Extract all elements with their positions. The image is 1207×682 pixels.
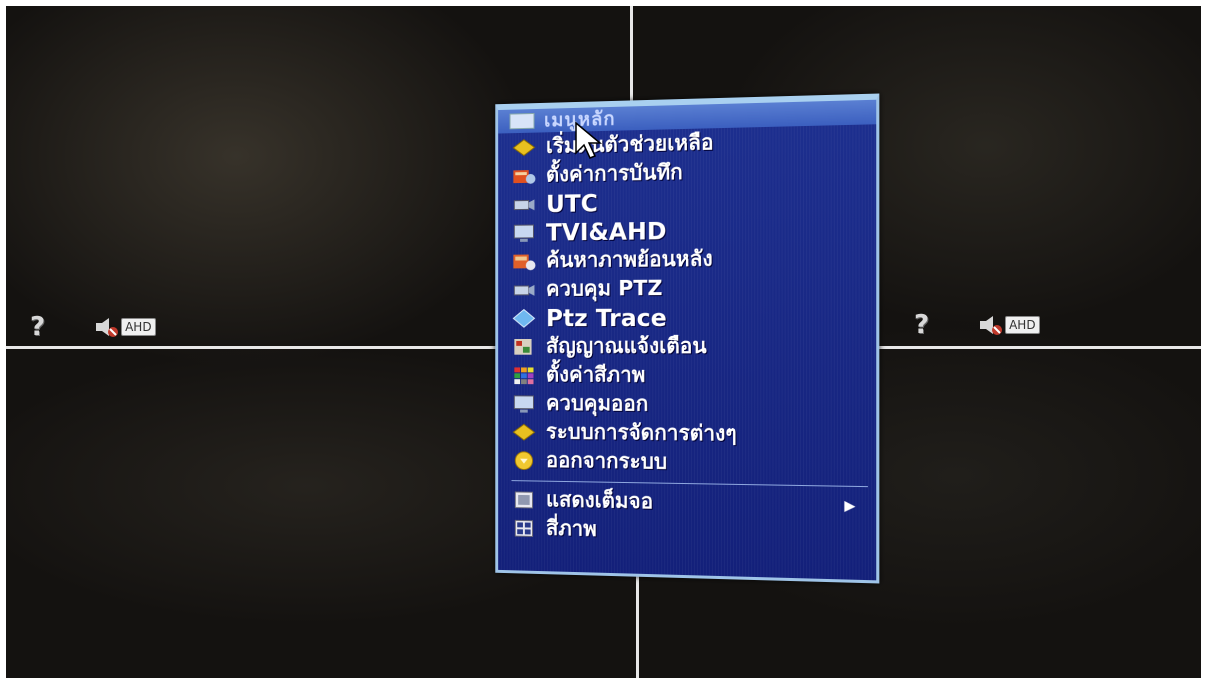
quad-view-icon xyxy=(511,517,536,539)
playback-search-icon xyxy=(513,254,536,270)
menu-item-label: UTC xyxy=(545,189,598,218)
menu-item-playback-search[interactable]: ค้นหาภาพย้อนหลัง xyxy=(498,243,876,276)
monitor-icon xyxy=(511,222,536,242)
audio-signal-group: AHD xyxy=(95,316,156,338)
ahd-badge: AHD xyxy=(1005,316,1040,334)
no-signal-icon: ? xyxy=(914,310,930,340)
dvr-screen: ? AHD ? AHD เมนูหลัก เริ่มต้นตัวช่วยเหลื… xyxy=(6,6,1201,678)
alarm-icon xyxy=(514,338,532,355)
channel-status-left: ? AHD xyxy=(30,314,156,340)
menu-icon xyxy=(509,112,535,130)
fullscreen-icon xyxy=(511,488,536,510)
output-monitor-icon xyxy=(511,392,536,413)
speaker-muted-icon xyxy=(980,316,1003,335)
camera-icon xyxy=(511,193,535,215)
ahd-badge: AHD xyxy=(121,318,156,336)
no-signal-icon: ? xyxy=(30,312,46,342)
menu-item-alarm[interactable]: สัญญาณแจ้งเตือน xyxy=(498,332,876,362)
menu-item-label: ตั้งค่าการบันทึก xyxy=(545,160,683,187)
ptz-camera-icon xyxy=(511,279,535,301)
main-menu: เมนูหลัก เริ่มต้นตัวช่วยเหลือ ตั้งค่าการ… xyxy=(495,93,880,584)
menu-item-label: TVI&AHD xyxy=(545,216,667,247)
logout-icon xyxy=(511,449,536,471)
submenu-arrow-icon: ▶ xyxy=(844,497,856,514)
menu-item-label: ควบคุม PTZ xyxy=(545,276,663,301)
menu-item-label: ออกจากระบบ xyxy=(545,448,668,474)
speaker-muted-icon xyxy=(96,318,119,337)
split-line-vertical-bottom xyxy=(636,571,639,678)
menu-item-tvi-ahd[interactable]: TVI&AHD xyxy=(498,213,876,247)
mouse-cursor-icon xyxy=(575,121,603,159)
system-management-icon xyxy=(511,421,536,443)
menu-item-ptz-trace[interactable]: Ptz Trace xyxy=(498,302,876,332)
audio-signal-group: AHD xyxy=(979,314,1040,336)
color-grid-icon xyxy=(514,366,534,384)
diamond-icon xyxy=(511,307,536,329)
menu-item-ptz-control[interactable]: ควบคุม PTZ xyxy=(498,273,876,304)
channel-status-right: ? AHD xyxy=(914,312,1040,338)
wizard-icon xyxy=(511,136,536,158)
menu-item-label: Ptz Trace xyxy=(545,303,667,332)
record-settings-icon xyxy=(513,169,536,184)
menu-item-label: สี่ภาพ xyxy=(545,516,597,541)
menu-item-logout[interactable]: ออกจากระบบ xyxy=(498,446,876,480)
